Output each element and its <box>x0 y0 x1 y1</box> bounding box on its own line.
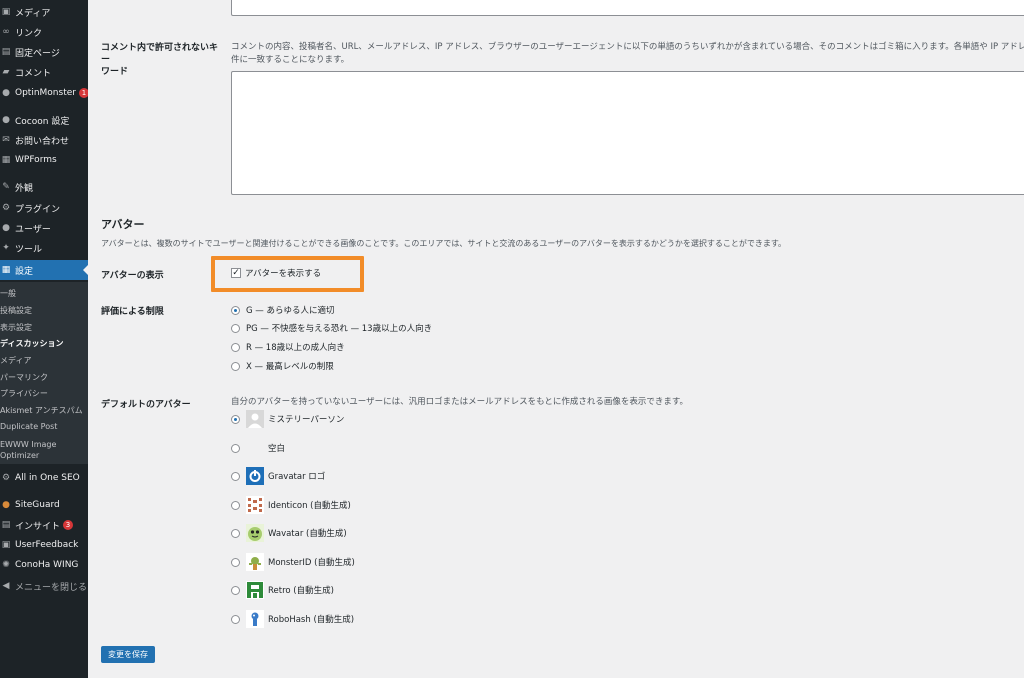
avatar-section-description: アバターとは、複数のサイトでユーザーと関連付けることができる画像のことです。この… <box>101 239 787 248</box>
submenu-reading[interactable]: 表示設定 <box>0 322 88 333</box>
sidebar-item-optinmonster[interactable]: ● OptinMonster 1 <box>0 83 88 103</box>
page-icon: ▤ <box>1 47 11 57</box>
show-avatars-label: アバターの表示 <box>101 271 164 281</box>
optinmonster-icon: ● <box>2 88 10 98</box>
avatar-option-monsterid[interactable]: MonsterID (自動生成) <box>231 553 355 571</box>
disallowed-keys-label: コメント内で許可されないキー ワード <box>101 43 219 77</box>
submenu-general[interactable]: 一般 <box>0 288 88 299</box>
rating-option-g[interactable]: G — あらゆる人に適切 <box>231 304 335 316</box>
radio-button[interactable] <box>231 614 240 624</box>
aioseo-icon: ⚙ <box>1 473 11 483</box>
submenu-writing[interactable]: 投稿設定 <box>0 305 88 316</box>
blank-avatar-icon <box>246 439 264 457</box>
media-icon: ▣ <box>1 7 11 17</box>
sidebar-item-contact[interactable]: ✉ お問い合わせ <box>0 130 88 150</box>
default-avatar-label: デフォルトのアバター <box>101 400 191 410</box>
sidebar-item-userfeedback[interactable]: ▣ UserFeedback <box>0 535 88 555</box>
settings-icon: ▦ <box>1 265 11 275</box>
default-avatar-description: 自分のアバターを持っていないユーザーには、汎用ロゴまたはメールアドレスをもとに作… <box>231 397 689 407</box>
identicon-avatar-icon <box>246 496 264 514</box>
rating-option-x[interactable]: X — 最高レベルの制限 <box>231 360 334 372</box>
sidebar-item-plugins[interactable]: ⚙ プラグイン <box>0 198 88 218</box>
conoha-icon: ✺ <box>2 560 10 570</box>
link-icon: ∞ <box>2 27 10 37</box>
rating-label: 評価による制限 <box>101 307 164 317</box>
plugin-icon: ⚙ <box>1 203 11 213</box>
siteguard-icon: ● <box>2 500 10 510</box>
user-icon: ● <box>2 223 10 233</box>
avatar-option-blank[interactable]: 空白 <box>231 439 285 457</box>
submenu-duplicate-post[interactable]: Duplicate Post <box>0 422 88 431</box>
settings-content: コメント内で許可されないキー ワード コメントの内容、投稿者名、URL、メールアド… <box>88 0 1024 678</box>
disallowed-keys-description: コメントの内容、投稿者名、URL、メールアドレス、IP アドレス、ブラウザーのユ… <box>231 42 1024 65</box>
avatar-option-retro[interactable]: Retro (自動生成) <box>231 581 334 599</box>
radio-button[interactable] <box>231 414 240 424</box>
userfeedback-icon: ▣ <box>1 540 11 550</box>
sidebar-item-pages[interactable]: ▤ 固定ページ <box>0 42 88 62</box>
comment-icon: ▰ <box>2 67 10 77</box>
sidebar-item-tools[interactable]: ✦ ツール <box>0 238 88 258</box>
radio-button[interactable] <box>231 305 240 315</box>
sidebar-item-insights[interactable]: ▤ インサイト 3 <box>0 515 88 535</box>
radio-button[interactable] <box>231 323 240 333</box>
robohash-avatar-icon <box>246 610 264 628</box>
radio-button[interactable] <box>231 471 240 481</box>
admin-sidebar: ▣ メディア ∞ リンク ▤ 固定ページ ▰ コメント ● OptinMonster 1 ●… <box>0 0 88 678</box>
radio-button[interactable] <box>231 585 240 595</box>
show-avatars-checkbox[interactable]: ✓ <box>231 268 241 278</box>
show-avatars-option[interactable]: ✓ アバターを表示する <box>231 267 321 279</box>
comment-moderation-textarea[interactable] <box>231 0 1024 16</box>
insights-icon: ▤ <box>1 520 11 530</box>
avatar-option-gravatar[interactable]: Gravatar ロゴ <box>231 467 325 485</box>
disallowed-keys-textarea[interactable] <box>231 71 1024 195</box>
collapse-icon: ◀ <box>2 581 10 591</box>
gravatar-logo-icon <box>246 467 264 485</box>
sidebar-item-conoha[interactable]: ✺ ConoHa WING <box>0 555 88 575</box>
radio-button[interactable] <box>231 342 240 352</box>
wavatar-avatar-icon <box>246 524 264 542</box>
monsterid-avatar-icon <box>246 553 264 571</box>
rating-option-r[interactable]: R — 18歳以上の成人向き <box>231 341 345 353</box>
radio-button[interactable] <box>231 557 240 567</box>
mystery-person-avatar-icon <box>246 410 264 428</box>
mail-icon: ✉ <box>2 135 10 145</box>
save-changes-button[interactable]: 変更を保存 <box>101 646 155 663</box>
submenu-ewww[interactable]: EWWW Image <box>0 440 88 449</box>
retro-avatar-icon <box>246 581 264 599</box>
sidebar-item-aioseo[interactable]: ⚙ All in One SEO <box>0 468 88 488</box>
sidebar-item-media[interactable]: ▣ メディア <box>0 2 88 22</box>
tool-icon: ✦ <box>2 243 10 253</box>
sidebar-item-siteguard[interactable]: ● SiteGuard <box>0 495 88 515</box>
sidebar-item-wpforms[interactable]: ▦ WPForms <box>0 150 88 170</box>
sidebar-item-cocoon[interactable]: ● Cocoon 設定 <box>0 110 88 130</box>
sidebar-item-users[interactable]: ● ユーザー <box>0 218 88 238</box>
notification-badge: 1 <box>78 88 88 98</box>
avatar-option-identicon[interactable]: Identicon (自動生成) <box>231 496 351 514</box>
sidebar-item-links[interactable]: ∞ リンク <box>0 22 88 42</box>
avatar-option-robohash[interactable]: RoboHash (自動生成) <box>231 610 354 628</box>
radio-button[interactable] <box>231 528 240 538</box>
avatar-option-wavatar[interactable]: Wavatar (自動生成) <box>231 524 347 542</box>
radio-button[interactable] <box>231 361 240 371</box>
notification-badge: 3 <box>63 520 74 530</box>
sidebar-item-settings[interactable]: ▦ 設定 <box>0 260 88 280</box>
submenu-akismet[interactable]: Akismet アンチスパム <box>0 405 88 416</box>
cocoon-icon: ● <box>2 115 10 125</box>
sidebar-item-appearance[interactable]: ✎ 外観 <box>0 177 88 197</box>
radio-button[interactable] <box>231 443 240 453</box>
avatar-section-title: アバター <box>101 218 145 231</box>
submenu-permalink[interactable]: パーマリンク <box>0 372 88 383</box>
avatar-option-mystery[interactable]: ミステリーパーソン <box>231 410 344 428</box>
submenu-discussion[interactable]: ディスカッション <box>0 338 88 349</box>
wpforms-icon: ▦ <box>1 155 11 165</box>
submenu-ewww-line2[interactable]: Optimizer <box>0 451 88 460</box>
submenu-privacy[interactable]: プライバシー <box>0 388 88 399</box>
rating-option-pg[interactable]: PG — 不快感を与える恐れ — 13歳以上の人向き <box>231 322 432 334</box>
sidebar-item-comments[interactable]: ▰ コメント <box>0 62 88 82</box>
collapse-menu-button[interactable]: ◀ メニューを閉じる <box>0 576 88 596</box>
radio-button[interactable] <box>231 500 240 510</box>
appearance-icon: ✎ <box>2 182 10 192</box>
submenu-media[interactable]: メディア <box>0 355 88 366</box>
